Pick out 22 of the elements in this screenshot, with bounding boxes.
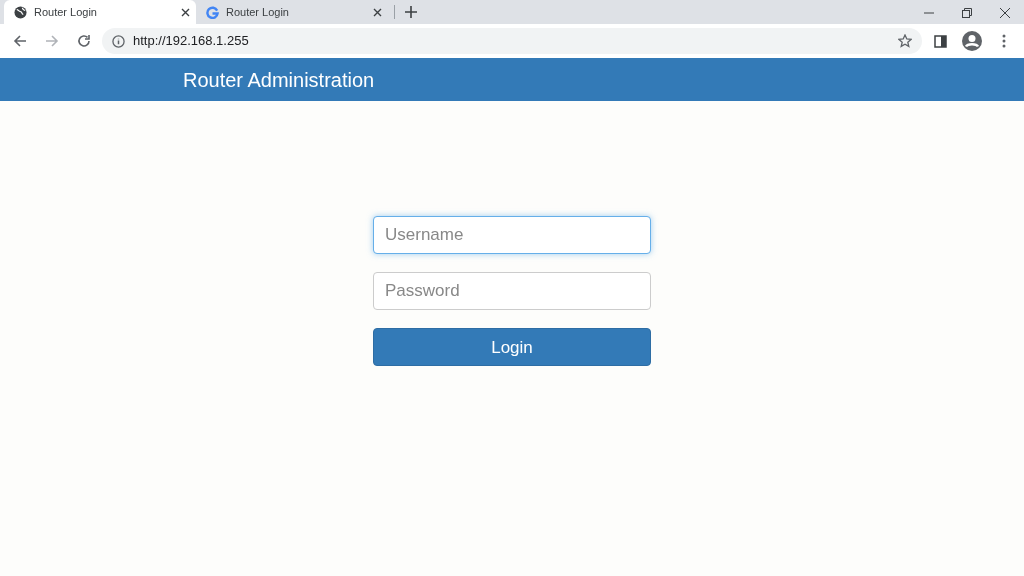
star-icon[interactable] — [898, 34, 912, 48]
globe-icon — [14, 5, 27, 19]
side-panel-icon[interactable] — [933, 34, 947, 48]
url-text: http://192.168.1.255 — [133, 32, 250, 51]
username-field[interactable]: Username — [373, 216, 651, 254]
menu-icon[interactable] — [1002, 34, 1006, 48]
reload-icon[interactable] — [77, 34, 91, 48]
info-icon[interactable] — [112, 34, 125, 48]
profile-icon[interactable] — [962, 31, 982, 51]
password-field[interactable]: Password — [373, 272, 651, 310]
browser-tab[interactable]: Router Login — [196, 0, 388, 24]
restore-icon[interactable] — [962, 7, 972, 18]
browser-tab[interactable]: Router Login — [4, 0, 196, 24]
close-icon[interactable] — [373, 7, 382, 17]
back-icon[interactable] — [13, 34, 27, 48]
close-icon[interactable] — [1000, 7, 1010, 18]
header-title: Router Administration — [183, 67, 375, 93]
new-tab-icon[interactable] — [405, 6, 417, 18]
login-button[interactable]: Login — [373, 328, 651, 366]
address-field[interactable]: http://192.168.1.255 — [102, 28, 922, 54]
close-icon[interactable] — [181, 7, 190, 17]
ring-icon — [206, 5, 219, 19]
